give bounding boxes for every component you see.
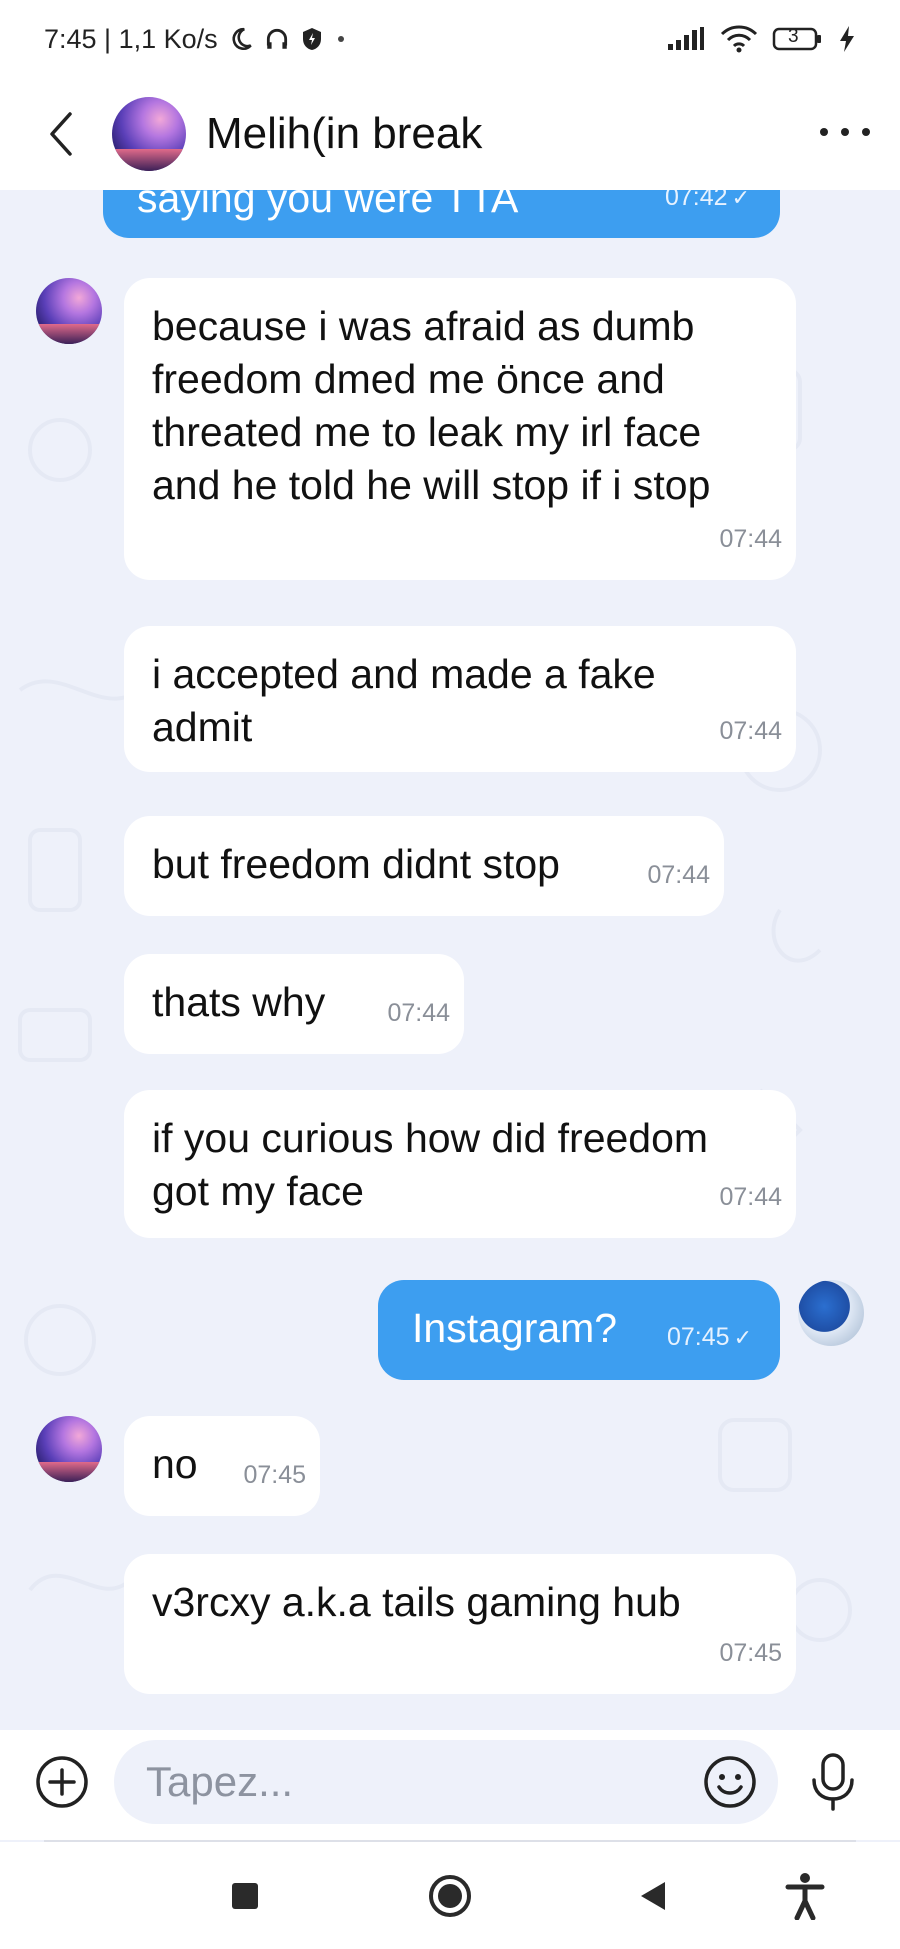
message-time: 07:45 bbox=[243, 1461, 306, 1489]
message-text: because i was afraid as dumb freedom dme… bbox=[152, 303, 711, 508]
message-text: Instagram? bbox=[412, 1305, 618, 1351]
accessibility-icon bbox=[785, 1873, 825, 1920]
message-time: 07:44 bbox=[387, 999, 450, 1027]
sender-avatar[interactable] bbox=[36, 1416, 102, 1482]
message-time: 07:44 bbox=[719, 1183, 782, 1211]
composer-bar bbox=[0, 1730, 900, 1840]
message-bubble-incoming[interactable]: i accepted and made a fake admit 07:44 bbox=[124, 626, 796, 772]
message-bubble-outgoing[interactable]: Instagram? 07:45 ✓ bbox=[378, 1280, 780, 1380]
accessibility-button[interactable] bbox=[780, 1870, 830, 1922]
recent-apps-button[interactable] bbox=[222, 1870, 268, 1922]
wifi-icon bbox=[720, 25, 758, 53]
read-check-icon: ✓ bbox=[733, 1325, 752, 1350]
back-button[interactable] bbox=[36, 104, 86, 164]
contact-name[interactable]: Melih(in break bbox=[206, 109, 482, 159]
home-button[interactable] bbox=[424, 1870, 476, 1922]
message-bubble-incoming[interactable]: if you curious how did freedom got my fa… bbox=[124, 1090, 796, 1238]
battery-icon: 3 bbox=[772, 25, 824, 53]
message-bubble-incoming[interactable]: thats why 07:44 bbox=[124, 954, 464, 1054]
chevron-left-icon bbox=[50, 112, 72, 156]
message-time: 07:45 ✓ bbox=[667, 1311, 752, 1364]
message-text: i accepted and made a fake admit bbox=[152, 651, 656, 750]
dot-icon bbox=[334, 32, 348, 46]
message-time: 07:44 bbox=[719, 717, 782, 745]
circle-icon bbox=[429, 1875, 471, 1917]
message-text: saying you were TTA bbox=[137, 190, 519, 221]
message-text: if you curious how did freedom got my fa… bbox=[152, 1115, 709, 1214]
my-avatar[interactable] bbox=[798, 1280, 864, 1346]
more-options-button[interactable] bbox=[820, 112, 870, 152]
moon-icon bbox=[228, 26, 254, 52]
battery-level: 3 bbox=[788, 26, 799, 47]
message-time: 07:44 bbox=[719, 525, 782, 553]
message-text: but freedom didnt stop bbox=[152, 841, 560, 887]
status-time: 7:45 | 1,1 Ko/s bbox=[44, 23, 218, 54]
microphone-icon bbox=[812, 1753, 854, 1811]
more-dots-icon bbox=[820, 128, 828, 136]
signal-icon bbox=[666, 26, 706, 52]
square-icon bbox=[232, 1883, 258, 1909]
chat-messages[interactable]: saying you were TTA 07:42 ✓ because i was… bbox=[0, 190, 900, 1730]
message-input-container[interactable] bbox=[114, 1740, 778, 1824]
voice-record-button[interactable] bbox=[808, 1752, 858, 1812]
back-nav-button[interactable] bbox=[630, 1870, 676, 1922]
read-check-icon: ✓ bbox=[731, 190, 750, 210]
message-bubble-incoming[interactable]: no 07:45 bbox=[124, 1416, 320, 1516]
sender-avatar[interactable] bbox=[36, 278, 102, 344]
system-nav-bar bbox=[0, 1842, 900, 1949]
message-bubble-outgoing[interactable]: saying you were TTA 07:42 ✓ bbox=[103, 190, 780, 238]
message-time: 07:45 bbox=[719, 1639, 782, 1667]
shield-icon bbox=[300, 26, 324, 52]
message-bubble-incoming[interactable]: because i was afraid as dumb freedom dme… bbox=[124, 278, 796, 580]
message-time: 07:44 bbox=[647, 861, 710, 889]
message-time: 07:42 ✓ bbox=[665, 190, 750, 224]
message-bubble-incoming[interactable]: v3rcxy a.k.a tails gaming hub 07:45 bbox=[124, 1554, 796, 1694]
triangle-back-icon bbox=[641, 1882, 665, 1910]
emoji-button[interactable] bbox=[702, 1754, 758, 1810]
message-text: v3rcxy a.k.a tails gaming hub bbox=[152, 1579, 681, 1625]
headphones-icon bbox=[264, 26, 290, 52]
charging-icon bbox=[838, 25, 856, 53]
chat-header: Melih(in break bbox=[0, 78, 900, 190]
contact-avatar[interactable] bbox=[112, 97, 186, 171]
plus-circle-icon bbox=[36, 1756, 88, 1808]
message-input[interactable] bbox=[146, 1740, 666, 1824]
smiley-icon bbox=[704, 1756, 756, 1808]
attach-button[interactable] bbox=[34, 1754, 90, 1810]
status-bar: 7:45 | 1,1 Ko/s 3 bbox=[0, 0, 900, 78]
message-bubble-incoming[interactable]: but freedom didnt stop 07:44 bbox=[124, 816, 724, 916]
